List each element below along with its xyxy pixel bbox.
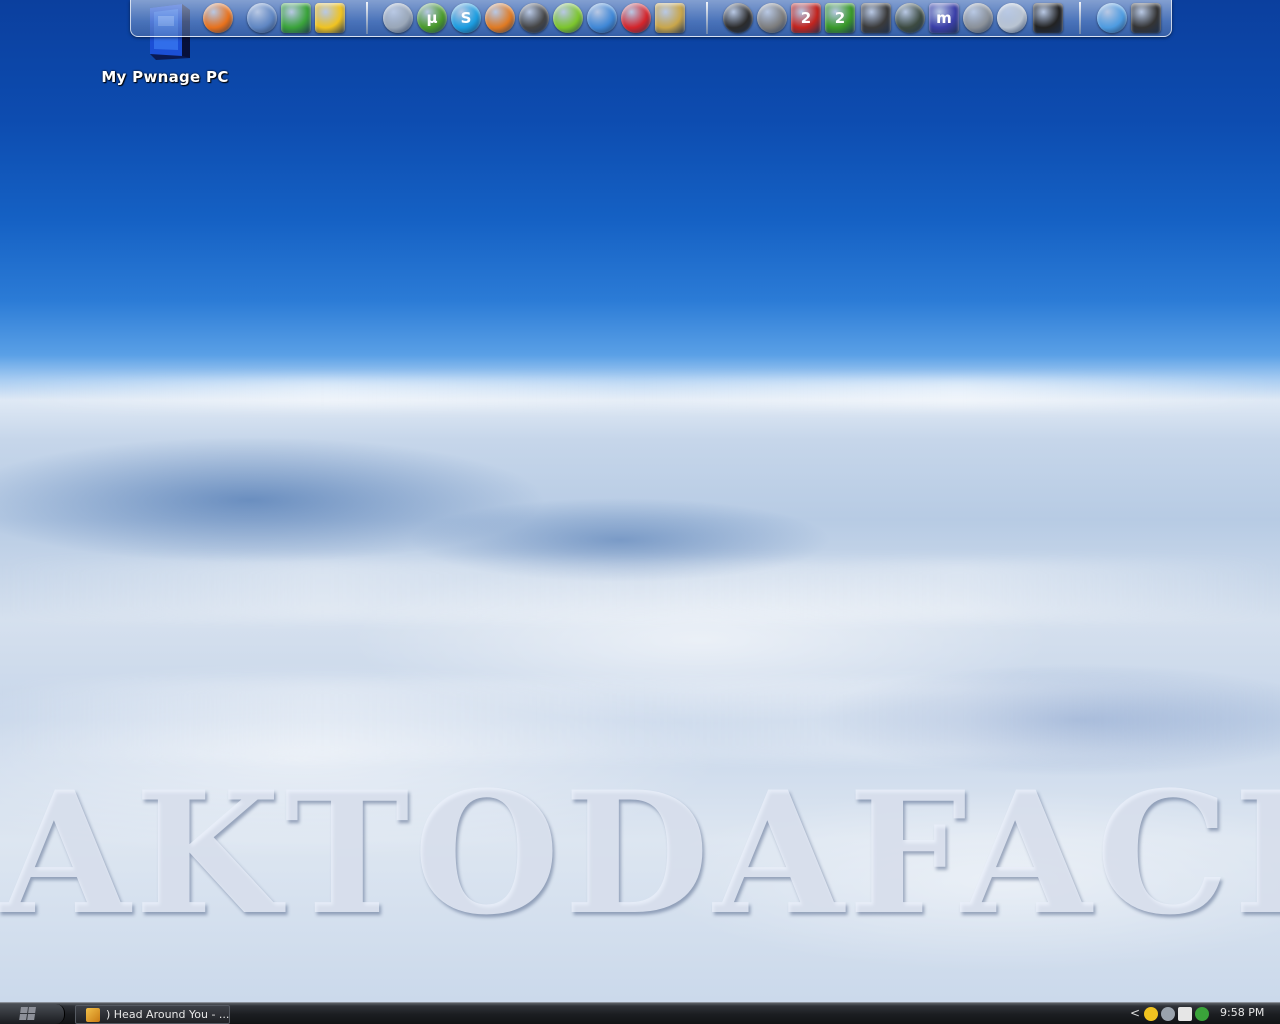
- tray-expand-arrow-icon[interactable]: <: [1130, 1006, 1140, 1020]
- taskbar-button-winamp[interactable]: ) Head Around You - ...: [75, 1005, 230, 1024]
- battlefield-2-icon[interactable]: 2: [791, 3, 821, 33]
- cloud-horizon: [0, 378, 1280, 408]
- aim-icon[interactable]: [315, 3, 345, 33]
- desktop: My Pwnage PC µ S 2 2 m AKTODAFACE ) Head Aro…: [0, 0, 1280, 1024]
- clock[interactable]: 9:58 PM: [1220, 1006, 1264, 1019]
- start-button[interactable]: [0, 1004, 65, 1024]
- winamp-icon[interactable]: [519, 3, 549, 33]
- feather-icon[interactable]: [383, 3, 413, 33]
- desktop-icon-label: My Pwnage PC: [101, 68, 229, 86]
- no-entry-icon[interactable]: [621, 3, 651, 33]
- windows-logo-icon: [19, 1007, 37, 1021]
- dock-bar: µ S 2 2 m: [130, 0, 1172, 37]
- cloud-layer: [0, 680, 1280, 760]
- system-tray: < 9:58 PM: [1128, 1003, 1280, 1024]
- recycle-bin-icon[interactable]: [1131, 3, 1161, 33]
- game-icon[interactable]: [895, 3, 925, 33]
- skype-icon[interactable]: S: [451, 3, 481, 33]
- headphones-tray-icon[interactable]: [1161, 1007, 1175, 1021]
- monitor-icon[interactable]: [1033, 3, 1063, 33]
- limewire-icon[interactable]: [553, 3, 583, 33]
- messenger-plus-icon[interactable]: m: [929, 3, 959, 33]
- bird-icon[interactable]: [587, 3, 617, 33]
- dock-separator: [366, 2, 368, 34]
- safari-icon[interactable]: [1097, 3, 1127, 33]
- americas-army-icon[interactable]: [861, 3, 891, 33]
- winamp-icon: [86, 1008, 100, 1022]
- cloud-layer: [0, 560, 1280, 620]
- dock-icon-glyph: 2: [800, 9, 812, 27]
- dock-separator: [706, 2, 708, 34]
- msn-tray-icon[interactable]: [1195, 1007, 1209, 1021]
- dock-icon-glyph: m: [936, 9, 952, 27]
- thunderbird-icon[interactable]: [247, 3, 277, 33]
- cpu-icon[interactable]: [655, 3, 685, 33]
- taskbar-button-label: ) Head Around You - ...: [106, 1008, 230, 1021]
- media-player-icon[interactable]: [485, 3, 515, 33]
- close-circle-icon[interactable]: [997, 3, 1027, 33]
- dock-icon-glyph: 2: [834, 9, 846, 27]
- counter-strike-icon[interactable]: [757, 3, 787, 33]
- utorrent-icon[interactable]: µ: [417, 3, 447, 33]
- dock-icon-glyph: S: [460, 9, 472, 27]
- network-tray-icon[interactable]: [1178, 1007, 1192, 1021]
- aim-tray-icon[interactable]: [1144, 1007, 1158, 1021]
- taskbar: ) Head Around You - ... < 9:58 PM: [0, 1002, 1280, 1024]
- dock-icon-glyph: µ: [426, 9, 438, 27]
- firefox-icon[interactable]: [203, 3, 233, 33]
- wallpaper-watermark: AKTODAFACE: [0, 754, 1280, 952]
- battlefield-2-special-forces-icon[interactable]: 2: [825, 3, 855, 33]
- msn-messenger-icon[interactable]: [281, 3, 311, 33]
- steam-icon[interactable]: [723, 3, 753, 33]
- dock-separator: [1079, 2, 1081, 34]
- speaker-icon[interactable]: [963, 3, 993, 33]
